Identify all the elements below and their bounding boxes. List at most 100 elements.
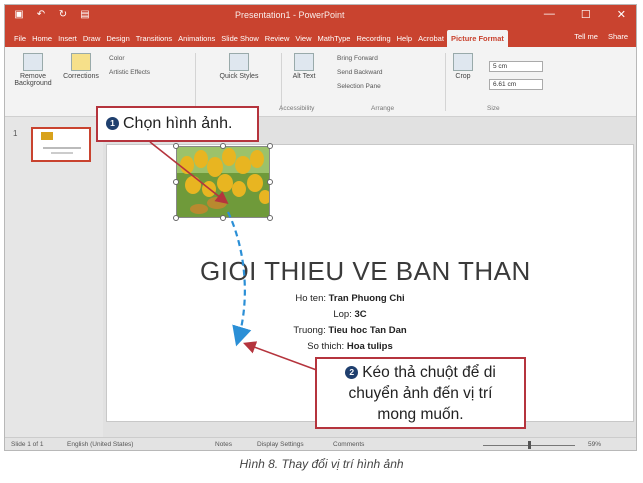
title-bar: ▣ ↶ ↻ ▤ Presentation1 - PowerPoint — ☐ ✕ bbox=[5, 5, 636, 27]
tulip-picture[interactable] bbox=[176, 146, 270, 218]
tab-transitions[interactable]: Transitions bbox=[133, 34, 175, 47]
tab-recording[interactable]: Recording bbox=[353, 34, 393, 47]
tab-tools: Tell me Share bbox=[574, 32, 628, 41]
crop-icon bbox=[453, 53, 473, 71]
info-line-name: Ho ten: Tran Phuong Chi bbox=[250, 293, 450, 304]
comments-button[interactable]: Comments bbox=[333, 441, 364, 448]
crop-button[interactable]: Crop bbox=[451, 53, 475, 80]
info-value: 3C bbox=[354, 309, 367, 320]
callout-drag-picture: 2 Kéo thả chuột để di chuyển ảnh đến vị t… bbox=[315, 357, 526, 429]
tab-view[interactable]: View bbox=[292, 34, 314, 47]
status-bar: Slide 1 of 1 English (United States) Not… bbox=[5, 437, 636, 450]
tab-help[interactable]: Help bbox=[394, 34, 415, 47]
arrange-group-label: Arrange bbox=[371, 105, 395, 112]
accessibility-group-label: Accessibility bbox=[279, 105, 315, 112]
callout-line: mong muốn. bbox=[377, 406, 464, 423]
alt-text-icon bbox=[294, 53, 314, 71]
resize-handle[interactable] bbox=[220, 215, 226, 221]
tab-acrobat[interactable]: Acrobat bbox=[415, 34, 447, 47]
info-value: Hoa tulips bbox=[346, 341, 393, 352]
slide-thumbnail-pane: 1 bbox=[5, 117, 103, 437]
info-line-class: Lop: 3C bbox=[250, 309, 450, 320]
zoom-slider-thumb[interactable] bbox=[528, 441, 531, 449]
ribbon-separator bbox=[281, 53, 282, 111]
info-value: Tran Phuong Chi bbox=[328, 293, 405, 304]
tab-draw[interactable]: Draw bbox=[80, 34, 104, 47]
selection-pane-button[interactable]: Selection Pane bbox=[337, 83, 381, 90]
quick-styles-button[interactable]: Quick Styles bbox=[219, 53, 259, 80]
undo-icon[interactable]: ↶ bbox=[35, 9, 47, 21]
info-value: Tieu hoc Tan Dan bbox=[328, 325, 407, 336]
alt-text-button[interactable]: Alt Text bbox=[289, 53, 319, 80]
window-controls: — ☐ ✕ bbox=[544, 8, 626, 21]
slide-thumbnail[interactable] bbox=[31, 127, 91, 162]
corrections-icon bbox=[71, 53, 91, 71]
callout-text: Kéo thả chuột để di bbox=[362, 364, 496, 381]
resize-handle[interactable] bbox=[267, 179, 273, 185]
send-backward-button[interactable]: Send Backward bbox=[337, 69, 383, 76]
height-field[interactable]: 5 cm bbox=[489, 61, 543, 72]
callout-line: chuyển ảnh đến vị trí bbox=[348, 385, 493, 402]
remove-background-icon bbox=[23, 53, 43, 71]
tab-slide-show[interactable]: Slide Show bbox=[218, 34, 262, 47]
resize-handle[interactable] bbox=[173, 215, 179, 221]
thumbnail-text-line bbox=[51, 152, 73, 154]
notes-button[interactable]: Notes bbox=[215, 441, 232, 448]
resize-handle[interactable] bbox=[267, 143, 273, 149]
crop-label: Crop bbox=[455, 73, 471, 80]
maximize-button[interactable]: ☐ bbox=[581, 8, 591, 21]
artistic-effects-button[interactable]: Artistic Effects bbox=[109, 69, 150, 76]
thumbnail-title-line bbox=[43, 147, 81, 149]
info-line-school: Truong: Tieu hoc Tan Dan bbox=[250, 325, 450, 336]
corrections-button[interactable]: Corrections bbox=[61, 53, 101, 80]
color-button[interactable]: Color bbox=[109, 55, 125, 62]
slide-counter: Slide 1 of 1 bbox=[11, 441, 44, 448]
language-indicator[interactable]: English (United States) bbox=[67, 441, 133, 448]
slide-number: 1 bbox=[13, 129, 18, 138]
quick-styles-label: Quick Styles bbox=[219, 73, 259, 80]
resize-handle[interactable] bbox=[267, 215, 273, 221]
tab-design[interactable]: Design bbox=[103, 34, 132, 47]
tell-me-button[interactable]: Tell me bbox=[574, 32, 598, 41]
slide-title[interactable]: GIOI THIEU VE BAN THAN bbox=[200, 256, 531, 287]
ribbon-separator bbox=[445, 53, 446, 111]
callout-line: 2 Kéo thả chuột để di bbox=[317, 362, 524, 383]
tab-insert[interactable]: Insert bbox=[55, 34, 80, 47]
resize-handle[interactable] bbox=[173, 143, 179, 149]
quick-styles-icon bbox=[229, 53, 249, 71]
save-icon[interactable]: ▣ bbox=[13, 9, 25, 21]
bring-forward-button[interactable]: Bring Forward bbox=[337, 55, 378, 62]
remove-background-label: Remove Background bbox=[14, 73, 52, 87]
thumbnail-picture bbox=[41, 132, 53, 140]
remove-background-button[interactable]: Remove Background bbox=[11, 53, 55, 87]
callout-text: Chọn hình ảnh. bbox=[123, 115, 233, 132]
window-title: Presentation1 - PowerPoint bbox=[235, 10, 345, 20]
info-line-hobby: So thich: Hoa tulips bbox=[250, 341, 450, 352]
redo-icon[interactable]: ↻ bbox=[57, 9, 69, 21]
callout-select-picture: 1 Chọn hình ảnh. bbox=[96, 106, 259, 142]
ribbon-separator bbox=[195, 53, 196, 111]
tab-picture-format[interactable]: Picture Format bbox=[446, 30, 508, 47]
share-button[interactable]: Share bbox=[608, 32, 628, 41]
present-icon[interactable]: ▤ bbox=[79, 9, 91, 21]
minimize-button[interactable]: — bbox=[544, 8, 555, 21]
info-label: Ho ten: bbox=[295, 293, 329, 304]
figure-caption: Hình 8. Thay đổi vị trí hình ảnh bbox=[239, 457, 404, 471]
tulip-image bbox=[177, 147, 269, 217]
alt-text-label: Alt Text bbox=[292, 73, 316, 80]
size-group-label: Size bbox=[487, 105, 500, 112]
tab-file[interactable]: File bbox=[11, 34, 29, 47]
tab-mathtype[interactable]: MathType bbox=[315, 34, 354, 47]
resize-handle[interactable] bbox=[220, 143, 226, 149]
zoom-level[interactable]: 59% bbox=[588, 441, 601, 448]
display-settings-button[interactable]: Display Settings bbox=[257, 441, 304, 448]
info-label: Truong: bbox=[293, 325, 329, 336]
close-button[interactable]: ✕ bbox=[617, 8, 626, 21]
ribbon-tabs: File Home Insert Draw Design Transitions… bbox=[5, 27, 636, 47]
tab-review[interactable]: Review bbox=[262, 34, 293, 47]
tab-home[interactable]: Home bbox=[29, 34, 55, 47]
quick-access-toolbar: ▣ ↶ ↻ ▤ bbox=[13, 9, 91, 21]
resize-handle[interactable] bbox=[173, 179, 179, 185]
width-field[interactable]: 6.61 cm bbox=[489, 79, 543, 90]
tab-animations[interactable]: Animations bbox=[175, 34, 218, 47]
